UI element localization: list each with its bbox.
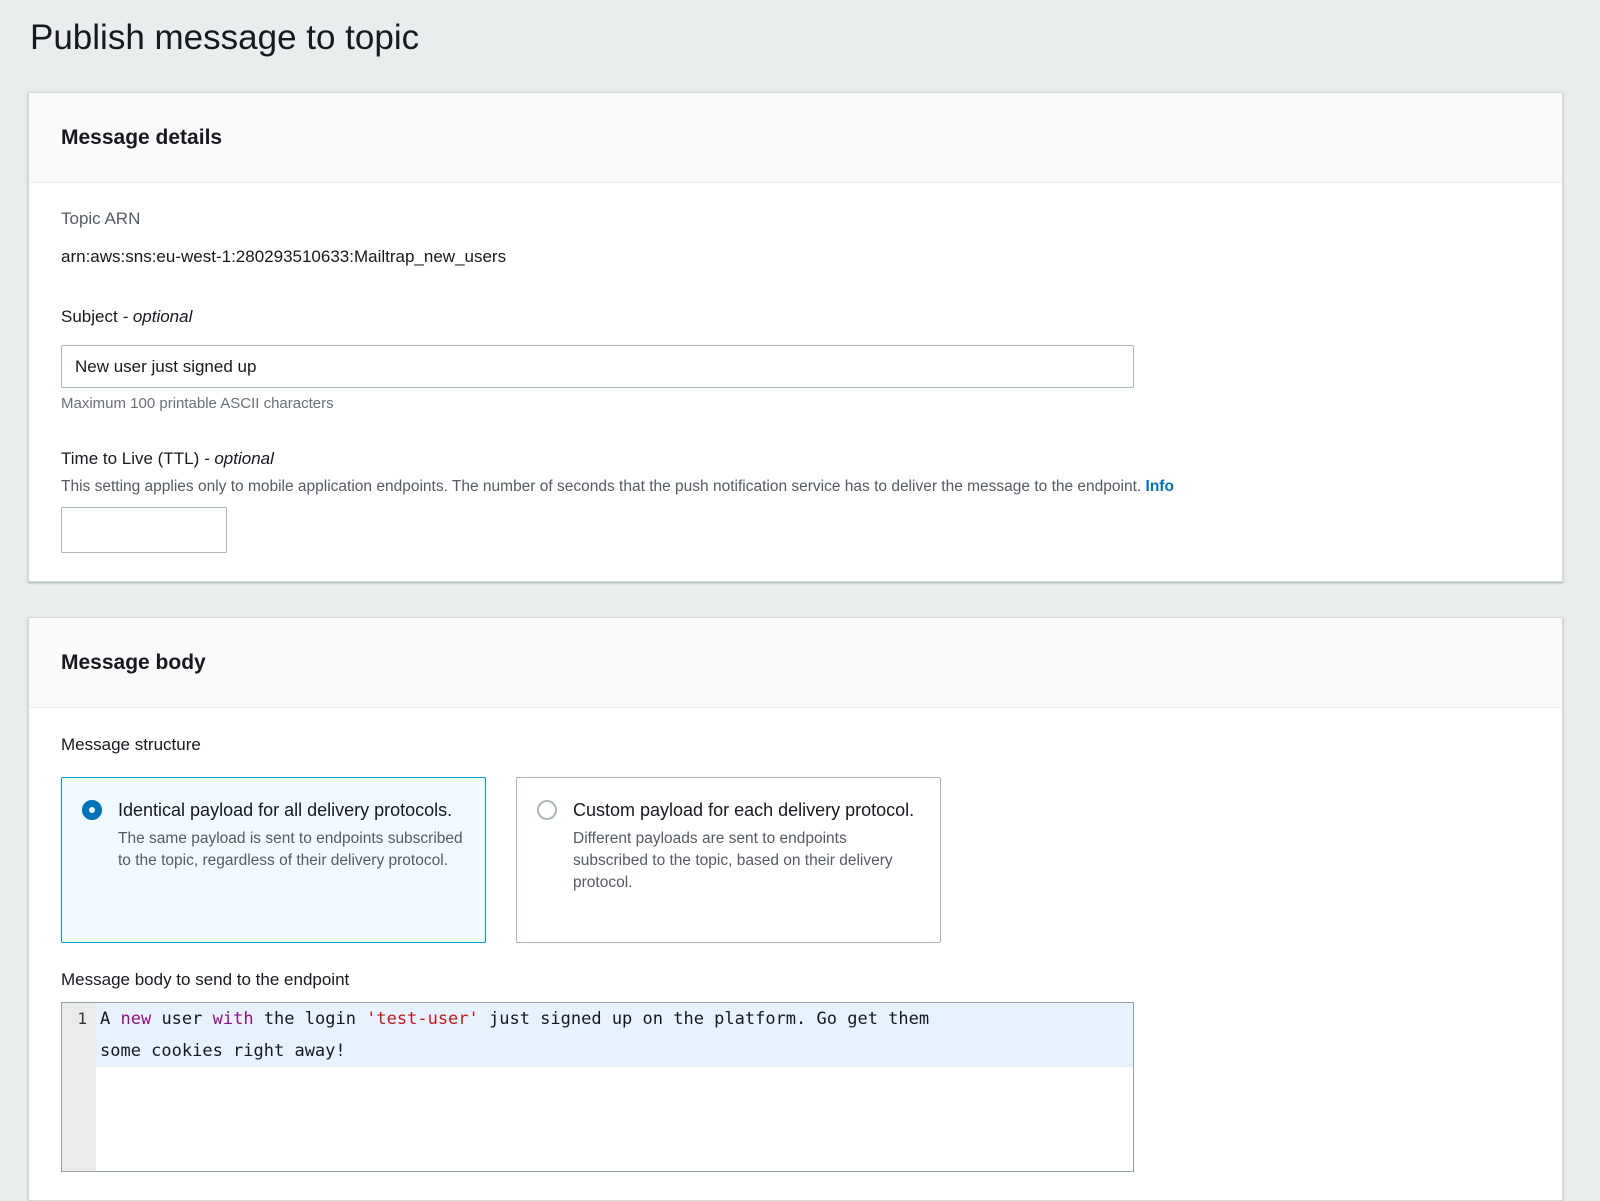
message-body-title: Message body	[61, 651, 206, 675]
radio-unselected-icon[interactable]	[537, 800, 557, 820]
editor-line-number: 1	[62, 1003, 87, 1035]
topic-arn-value: arn:aws:sns:eu-west-1:280293510633:Mailt…	[61, 246, 1530, 268]
tile-text: Custom payload for each delivery protoco…	[573, 796, 920, 894]
message-structure-options: Identical payload for all delivery proto…	[61, 777, 1530, 943]
tile-description: The same payload is sent to endpoints su…	[118, 828, 465, 872]
tile-label: Identical payload for all delivery proto…	[118, 800, 452, 820]
message-body-content: Message structure Identical payload for …	[29, 708, 1562, 1200]
message-details-title: Message details	[61, 126, 222, 150]
tile-identical-payload[interactable]: Identical payload for all delivery proto…	[61, 777, 486, 943]
ttl-optional-text: - optional	[204, 449, 274, 468]
subject-field: Subject - optional Maximum 100 printable…	[61, 306, 1530, 414]
ttl-info-link[interactable]: Info	[1146, 478, 1174, 495]
page-title: Publish message to topic	[30, 14, 1563, 62]
message-body-header: Message body	[29, 618, 1562, 708]
subject-label: Subject - optional	[61, 306, 1530, 328]
message-structure-label: Message structure	[61, 733, 1530, 757]
ttl-description: This setting applies only to mobile appl…	[61, 476, 1530, 498]
ttl-label-text: Time to Live (TTL)	[61, 449, 199, 468]
tile-label: Custom payload for each delivery protoco…	[573, 800, 914, 820]
tile-text: Identical payload for all delivery proto…	[118, 796, 465, 872]
code-rows: A new user with the login 'test-user' ju…	[96, 1003, 1133, 1067]
ttl-field: Time to Live (TTL) - optional This setti…	[61, 448, 1530, 553]
ttl-label: Time to Live (TTL) - optional	[61, 448, 1530, 470]
editor-content[interactable]: A new user with the login 'test-user' ju…	[96, 1003, 1133, 1171]
tile-description: Different payloads are sent to endpoints…	[573, 828, 920, 894]
ttl-input[interactable]	[61, 507, 227, 553]
message-body-editor[interactable]: 1 A new user with the login 'test-user' …	[61, 1002, 1134, 1172]
message-details-panel: Message details Topic ARN arn:aws:sns:eu…	[28, 92, 1563, 582]
topic-arn-label: Topic ARN	[61, 208, 1530, 230]
code-row: some cookies right away!	[96, 1035, 1133, 1067]
publish-message-page: Publish message to topic Message details…	[0, 0, 1600, 1201]
subject-helper-text: Maximum 100 printable ASCII characters	[61, 394, 1530, 414]
message-details-header: Message details	[29, 93, 1562, 183]
code-row: A new user with the login 'test-user' ju…	[96, 1003, 1133, 1035]
subject-optional-text: - optional	[122, 307, 192, 326]
message-details-body: Topic ARN arn:aws:sns:eu-west-1:28029351…	[29, 183, 1562, 581]
subject-label-text: Subject	[61, 307, 118, 326]
subject-input[interactable]	[61, 345, 1134, 388]
editor-gutter: 1	[62, 1003, 96, 1171]
radio-selected-icon[interactable]	[82, 800, 102, 820]
ttl-description-text: This setting applies only to mobile appl…	[61, 478, 1141, 495]
tile-custom-payload[interactable]: Custom payload for each delivery protoco…	[516, 777, 941, 943]
message-body-to-send-label: Message body to send to the endpoint	[61, 969, 1530, 991]
editor-active-line: A new user with the login 'test-user' ju…	[96, 1003, 1133, 1067]
message-body-panel: Message body Message structure Identical…	[28, 617, 1563, 1201]
topic-arn-field: Topic ARN arn:aws:sns:eu-west-1:28029351…	[61, 208, 1530, 268]
